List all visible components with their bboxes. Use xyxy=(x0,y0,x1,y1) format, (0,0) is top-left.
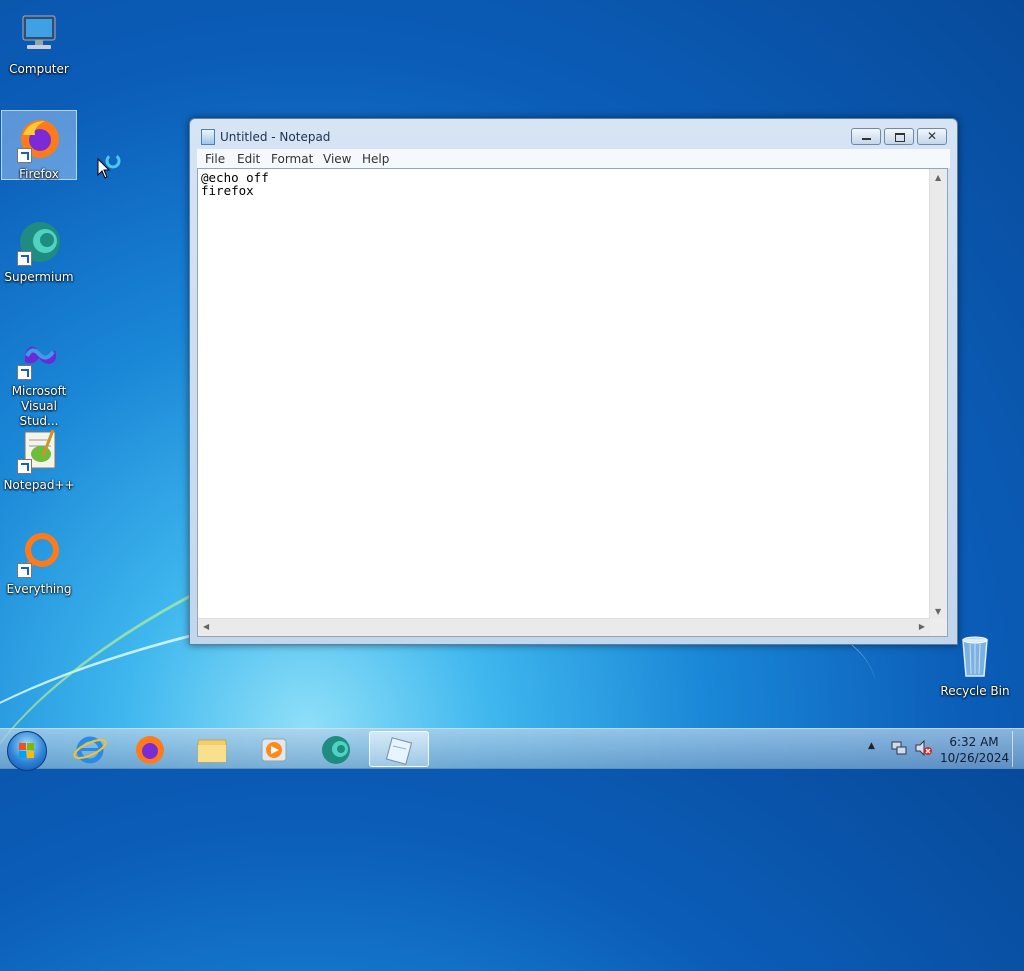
text-editor[interactable]: @echo off firefox ▲ ▼ ◀ ▶ xyxy=(197,168,948,637)
menu-file[interactable]: File xyxy=(205,152,225,166)
desktop-icon-label: Supermium xyxy=(4,270,74,284)
menu-bar: File Edit Format View Help xyxy=(197,149,950,168)
vertical-scrollbar[interactable]: ▲ ▼ xyxy=(929,169,947,620)
close-icon: ✕ xyxy=(927,129,938,143)
firefox-icon xyxy=(15,115,63,163)
close-button[interactable]: ✕ xyxy=(917,128,947,145)
notepad-window: Untitled - Notepad ✕ File Edit Format Vi… xyxy=(189,118,958,645)
mouse-cursor-busy-icon xyxy=(96,153,124,183)
show-desktop-button[interactable] xyxy=(1012,731,1024,767)
desktop-icon-firefox[interactable]: Firefox xyxy=(1,110,77,181)
windows-logo-icon xyxy=(19,743,34,758)
show-hidden-icons-button[interactable]: ▲ xyxy=(868,741,875,751)
window-title: Untitled - Notepad xyxy=(220,130,331,144)
shortcut-arrow-icon xyxy=(17,459,32,474)
computer-icon xyxy=(15,10,63,58)
clock-time: 6:32 AM xyxy=(949,735,999,749)
everything-icon xyxy=(15,530,63,578)
scroll-up-icon[interactable]: ▲ xyxy=(935,173,941,182)
taskbar-media-player[interactable] xyxy=(246,731,302,767)
shortcut-arrow-icon xyxy=(17,365,32,380)
folder-icon xyxy=(197,739,227,763)
maximize-icon xyxy=(895,133,905,142)
taskbar-firefox[interactable] xyxy=(122,731,178,767)
desktop-icon-computer[interactable]: Computer xyxy=(1,6,77,78)
taskbar-supermium[interactable] xyxy=(308,731,364,767)
editor-text[interactable]: @echo off firefox xyxy=(201,171,269,197)
menu-help[interactable]: Help xyxy=(362,152,389,166)
taskbar-internet-explorer[interactable] xyxy=(62,731,118,767)
notepad-icon xyxy=(385,737,413,765)
scroll-right-icon[interactable]: ▶ xyxy=(919,622,925,631)
resize-grip-icon[interactable] xyxy=(930,619,947,636)
ie-icon xyxy=(73,736,107,764)
desktop-icon-supermium[interactable]: Supermium xyxy=(1,214,77,286)
taskbar: ▲ 6:32 AM 10/26/2024 xyxy=(0,728,1024,771)
shortcut-arrow-icon xyxy=(17,251,32,266)
title-bar[interactable]: Untitled - Notepad ✕ xyxy=(190,119,957,149)
desktop-icon-visual-studio[interactable]: Microsoft Visual Stud... xyxy=(1,328,77,428)
desktop-icon-label: Notepad++ xyxy=(3,478,75,492)
supermium-icon xyxy=(15,218,63,266)
menu-view[interactable]: View xyxy=(323,152,351,166)
network-icon[interactable] xyxy=(890,739,908,761)
notepadpp-icon xyxy=(15,426,63,474)
desktop-icon-label: Computer xyxy=(9,62,69,76)
desktop-icon-label: Firefox xyxy=(19,167,59,181)
clock-date: 10/26/2024 xyxy=(940,751,1010,765)
menu-edit[interactable]: Edit xyxy=(237,152,260,166)
media-player-icon xyxy=(261,738,287,762)
horizontal-scrollbar[interactable]: ◀ ▶ xyxy=(198,618,930,636)
notepad-icon xyxy=(201,129,215,145)
recycle-bin-icon xyxy=(951,632,999,680)
menu-format[interactable]: Format xyxy=(271,152,313,166)
clock[interactable]: 6:32 AM 10/26/2024 xyxy=(940,734,1010,766)
maximize-button[interactable] xyxy=(884,128,914,145)
supermium-icon xyxy=(322,736,350,764)
desktop-icon-label: Recycle Bin xyxy=(940,684,1010,698)
desktop-icon-everything[interactable]: Everything xyxy=(1,526,77,598)
firefox-icon xyxy=(136,736,164,764)
minimize-button[interactable] xyxy=(851,128,881,145)
desktop-icon-label: Everything xyxy=(6,582,72,596)
shortcut-arrow-icon xyxy=(17,148,32,163)
minimize-icon xyxy=(862,138,871,140)
taskbar-notepad[interactable] xyxy=(369,731,429,767)
desktop-icon-notepadpp[interactable]: Notepad++ xyxy=(1,422,77,494)
scroll-left-icon[interactable]: ◀ xyxy=(203,622,209,631)
start-button[interactable] xyxy=(7,731,47,771)
shortcut-arrow-icon xyxy=(17,563,32,578)
visual-studio-icon xyxy=(15,332,63,380)
taskbar-file-explorer[interactable] xyxy=(184,731,240,767)
volume-muted-icon[interactable] xyxy=(914,739,932,761)
scroll-down-icon[interactable]: ▼ xyxy=(935,607,941,616)
